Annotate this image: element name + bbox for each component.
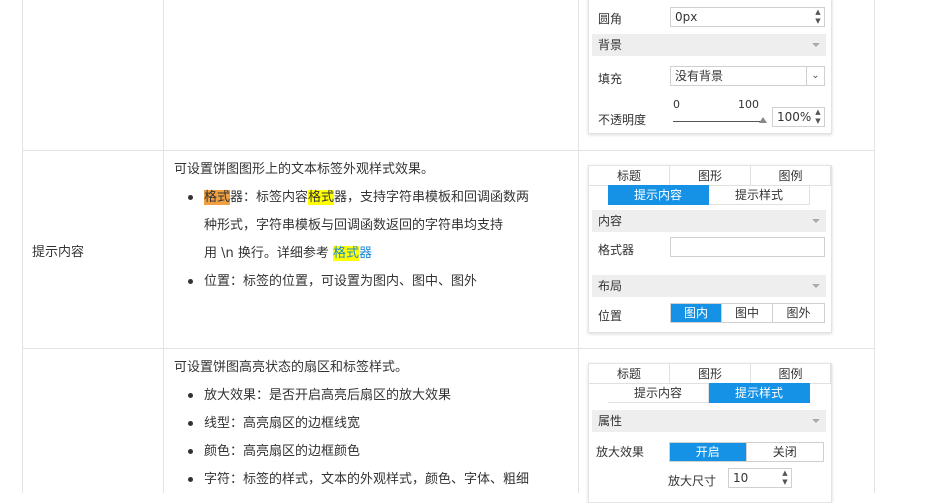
position-label: 位置	[598, 309, 623, 323]
bullet-dot	[188, 279, 193, 284]
tab-row-main: 标题 图形 图例	[589, 364, 831, 384]
tab-tooltip-content[interactable]: 提示内容	[608, 383, 709, 403]
row-intro-text: 可设置饼图高亮状态的扇区和标签样式。	[174, 360, 409, 375]
bullet-character: 字符：标签的样式，文本的外观样式，颜色、字体、粗细	[204, 472, 530, 487]
row-intro-text: 可设置饼图图形上的文本标签外观样式效果。	[174, 162, 435, 177]
section-attributes[interactable]: 属性	[592, 410, 826, 432]
section-layout-label: 布局	[598, 279, 623, 293]
section-background[interactable]: 背景	[592, 34, 826, 56]
tab-legend[interactable]: 图例	[751, 166, 831, 186]
tab-tooltip-style[interactable]: 提示样式	[709, 383, 810, 403]
radius-label: 圆角	[598, 12, 623, 26]
fill-label: 填充	[598, 72, 623, 86]
collapse-caret-icon	[812, 419, 820, 423]
spin-down-icon[interactable]: ▼	[812, 17, 824, 26]
table-border-left	[22, 0, 23, 493]
opacity-label: 不透明度	[598, 113, 647, 127]
text-span: 用 \n 换行。详细参考	[204, 246, 334, 261]
section-background-label: 背景	[598, 38, 623, 52]
opacity-value: 100%	[777, 110, 812, 124]
settings-panel-tooltip-content: 标题 图形 图例 提示内容 提示样式 内容 格式器 布局 位置 图内 图中 图外	[588, 165, 832, 333]
formatter-label: 格式器	[598, 243, 635, 257]
zoom-option-off[interactable]: 关闭	[747, 443, 824, 461]
slider-min-label: 0	[673, 98, 680, 111]
tab-tooltip-style[interactable]: 提示样式	[709, 185, 810, 205]
bullet-dot	[188, 195, 193, 200]
zoom-size-input[interactable]: 10 ▲ ▼	[728, 468, 792, 488]
highlight-format[interactable]: 格式	[333, 246, 360, 261]
tab-row-tooltip: 提示内容 提示样式	[608, 383, 810, 403]
spin-down-icon[interactable]: ▼	[812, 117, 824, 126]
formatter-doc-link[interactable]: 格式器	[333, 246, 372, 261]
tab-tooltip-content[interactable]: 提示内容	[608, 185, 709, 205]
fill-select-value: 没有背景	[675, 69, 724, 83]
section-layout[interactable]: 布局	[592, 275, 826, 297]
settings-panel-tooltip-style: 标题 图形 图例 提示内容 提示样式 属性 放大效果 开启 关闭 放大尺寸 10…	[588, 363, 832, 503]
tab-title[interactable]: 标题	[589, 364, 670, 384]
text-span: 器，支持字符串模板和回调函数两	[334, 190, 530, 205]
highlight-format: 格式	[204, 190, 231, 205]
collapse-caret-icon	[812, 284, 820, 288]
tab-legend[interactable]: 图例	[751, 364, 831, 384]
collapse-caret-icon	[812, 219, 820, 223]
formatter-input[interactable]	[670, 237, 825, 257]
row-divider-2	[22, 348, 875, 349]
link-text[interactable]: 器	[359, 246, 372, 261]
position-option-middle[interactable]: 图中	[722, 304, 773, 322]
table-divider-2	[578, 0, 579, 493]
row-divider-1	[22, 150, 875, 151]
radius-value: 0px	[675, 10, 698, 24]
spin-up-icon[interactable]: ▲	[812, 8, 824, 17]
chevron-down-icon: ⌄	[806, 67, 824, 85]
bullet-formatter-line2: 种形式，字符串模板与回调函数返回的字符串均支持	[204, 218, 504, 233]
opacity-slider-track[interactable]	[673, 121, 765, 122]
fill-select[interactable]: 没有背景 ⌄	[670, 66, 825, 86]
bullet-linewidth: 线型：高亮扇区的边框线宽	[204, 416, 361, 431]
radius-spinner[interactable]: ▲ ▼	[812, 8, 824, 26]
position-option-inside[interactable]: 图内	[671, 304, 722, 322]
position-option-outside[interactable]: 图外	[773, 304, 824, 322]
zoom-size-label: 放大尺寸	[668, 474, 717, 488]
section-content-label: 内容	[598, 214, 623, 228]
slider-max-label: 100	[738, 98, 759, 111]
tab-shape[interactable]: 图形	[670, 166, 751, 186]
table-divider-1	[163, 0, 164, 493]
spin-down-icon[interactable]: ▼	[779, 478, 791, 487]
row-name-label-content: 提示内容	[32, 245, 85, 260]
bullet-dot	[188, 421, 193, 426]
bullet-dot	[188, 449, 193, 454]
settings-panel-style: 圆角 0px ▲ ▼ 背景 填充 没有背景 ⌄ 不透明度 0 100 100% ▲…	[588, 0, 832, 134]
bullet-dot	[188, 477, 193, 482]
position-segmented-control[interactable]: 图内 图中 图外	[670, 303, 825, 323]
table-border-right	[874, 0, 875, 493]
tab-row-tooltip: 提示内容 提示样式	[608, 185, 810, 205]
spin-up-icon[interactable]: ▲	[779, 469, 791, 478]
text-span: 器：标签内容	[230, 190, 309, 205]
tab-row-main: 标题 图形 图例	[589, 166, 831, 186]
collapse-caret-icon	[812, 43, 820, 47]
bullet-zoom: 放大效果：是否开启高亮后扇区的放大效果	[204, 388, 452, 403]
zoom-size-value: 10	[733, 471, 749, 485]
zoom-effect-toggle[interactable]: 开启 关闭	[669, 442, 824, 462]
radius-input[interactable]: 0px ▲ ▼	[670, 7, 825, 27]
bullet-color: 颜色：高亮扇区的边框颜色	[204, 444, 361, 459]
spin-up-icon[interactable]: ▲	[812, 108, 824, 117]
tab-shape[interactable]: 图形	[670, 364, 751, 384]
zoom-effect-label: 放大效果	[596, 445, 645, 459]
section-content[interactable]: 内容	[592, 210, 826, 232]
bullet-dot	[188, 393, 193, 398]
section-attributes-label: 属性	[598, 414, 623, 428]
tab-title[interactable]: 标题	[589, 166, 670, 186]
opacity-spinner[interactable]: ▲ ▼	[812, 108, 824, 126]
bullet-position: 位置：标签的位置，可设置为图内、图中、图外	[204, 274, 478, 289]
bullet-formatter-line3: 用 \n 换行。详细参考 格式器	[204, 240, 372, 268]
highlight-format: 格式	[308, 190, 335, 205]
zoom-size-spinner[interactable]: ▲ ▼	[779, 469, 791, 487]
opacity-slider-handle[interactable]	[759, 117, 767, 123]
zoom-option-on[interactable]: 开启	[670, 443, 747, 461]
bullet-formatter-line1: 格式器：标签内容格式器，支持字符串模板和回调函数两	[204, 184, 529, 212]
opacity-input[interactable]: 100% ▲ ▼	[772, 107, 825, 127]
